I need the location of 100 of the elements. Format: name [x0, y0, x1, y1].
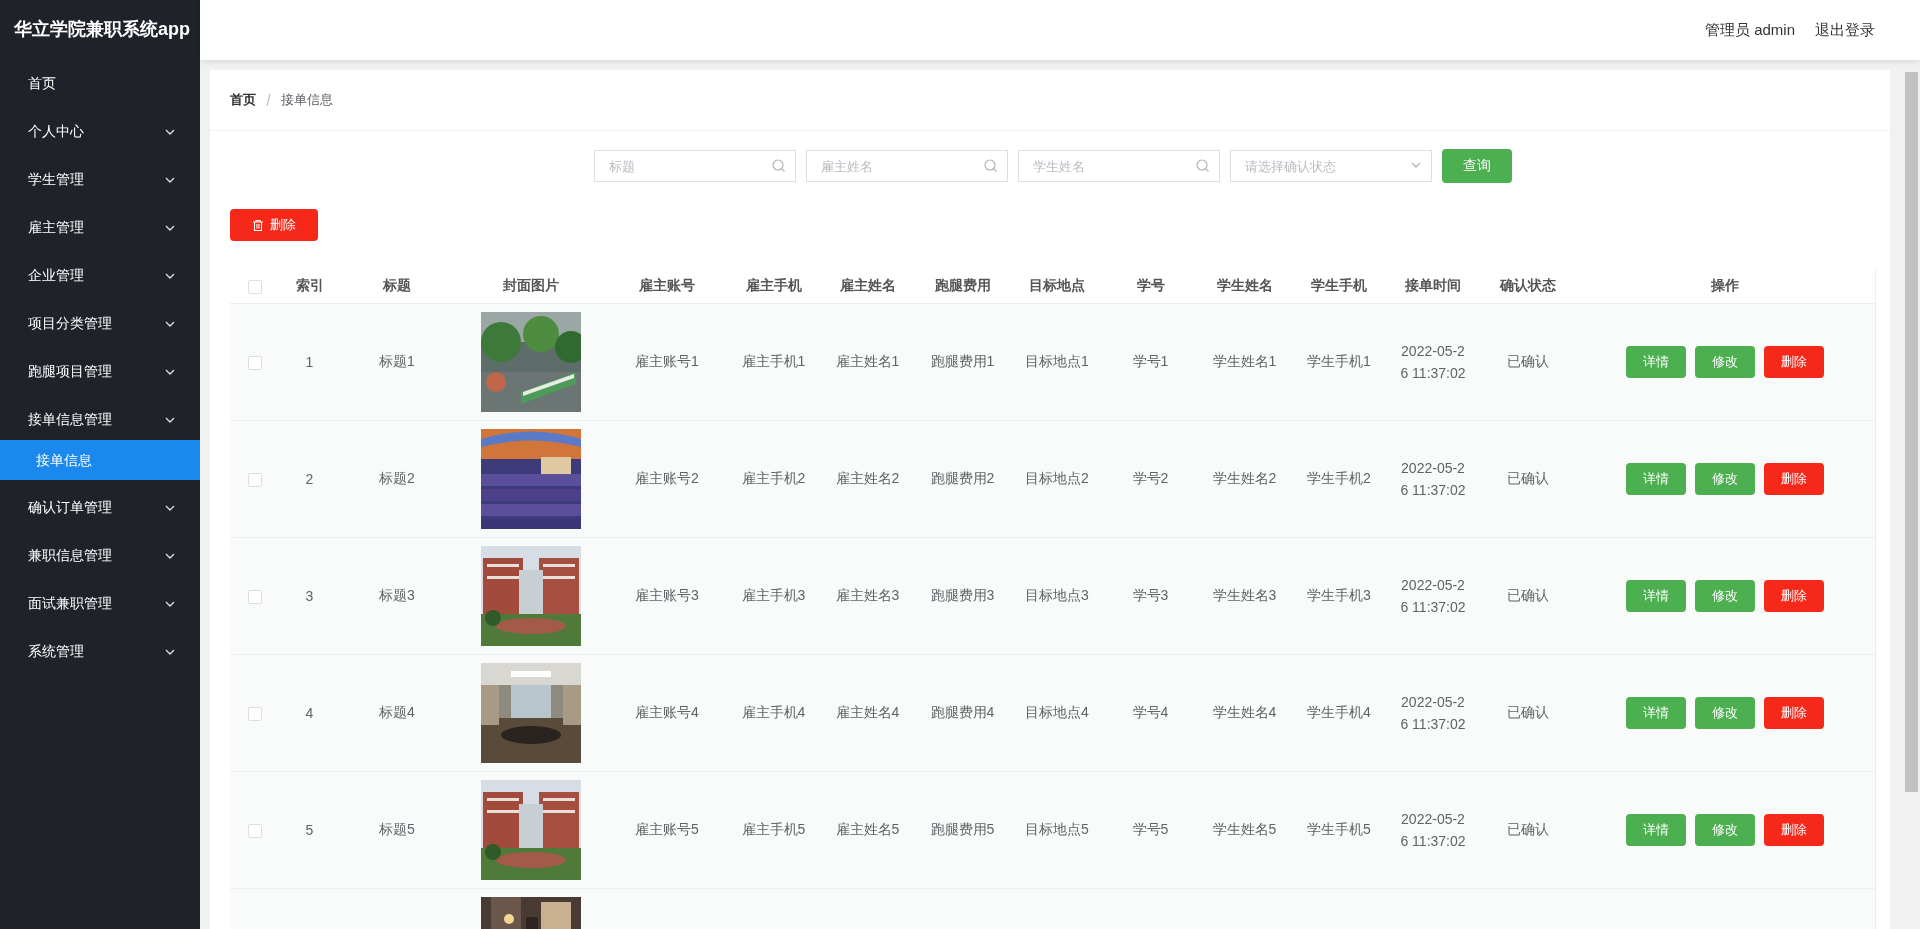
table-cell: 学号3: [1132, 587, 1169, 605]
column-header: 学生手机: [1311, 277, 1367, 293]
table-cell: 跑腿费用3: [930, 587, 995, 605]
column-header: 索引: [295, 277, 324, 293]
search-icon: [983, 159, 998, 173]
app-title: 华立学院兼职系统app: [13, 18, 191, 41]
sidebar-subitem[interactable]: 接单信息: [0, 440, 200, 480]
sidebar-item[interactable]: 企业管理: [0, 252, 200, 300]
column-header: 学号: [1136, 277, 1165, 293]
checkbox[interactable]: [247, 707, 262, 722]
table-cell: 学生手机2: [1307, 470, 1371, 488]
search-field[interactable]: 雇主姓名: [805, 150, 1008, 182]
table-cell: 已确认: [1506, 587, 1549, 605]
sidebar-item[interactable]: 学生管理: [0, 156, 200, 204]
edit-button[interactable]: 修改: [1695, 346, 1755, 378]
table-cell: 雇主账号3: [635, 587, 699, 605]
checkbox[interactable]: [247, 824, 262, 839]
sidebar-item[interactable]: 雇主管理: [0, 204, 200, 252]
table-cell-text: 2022-05-26 11:37:02: [1399, 342, 1467, 383]
column-header: 目标地点: [1029, 277, 1085, 293]
delete-button[interactable]: 删除: [230, 209, 318, 241]
detail-button[interactable]: 详情: [1626, 463, 1686, 495]
breadcrumb-item: 接单信息: [281, 91, 333, 109]
search-field[interactable]: 标题: [593, 150, 796, 182]
checkbox[interactable]: [247, 280, 262, 295]
table-cell: 标题1: [379, 353, 415, 371]
column-header: 雇主手机: [745, 277, 802, 293]
column-header: 操作: [1711, 277, 1739, 293]
table-cell: 目标地点4: [1025, 704, 1089, 722]
breadcrumb-item[interactable]: 首页: [230, 91, 256, 109]
user-label: 管理员 admin: [1704, 20, 1795, 40]
table-cell: 学生手机3: [1307, 587, 1371, 605]
table-cell: 目标地点5: [1025, 821, 1089, 839]
table-cell: 雇主手机4: [741, 704, 806, 722]
delete-button[interactable]: 删除: [1764, 814, 1824, 846]
table-cell: 已确认: [1506, 821, 1549, 839]
table-cell: 跑腿费用4: [930, 704, 995, 722]
table-cell: 学生姓名5: [1212, 821, 1277, 839]
table-cell: 雇主账号4: [635, 704, 699, 722]
checkbox[interactable]: [247, 473, 262, 488]
detail-button[interactable]: 详情: [1626, 814, 1686, 846]
delete-button[interactable]: 删除: [1764, 463, 1824, 495]
logout-link[interactable]: 退出登录: [1815, 20, 1875, 40]
table-cell: 学生手机1: [1307, 353, 1371, 371]
table-cell: 学生姓名3: [1212, 587, 1277, 605]
edit-button[interactable]: 修改: [1695, 697, 1755, 729]
select-field[interactable]: 请选择确认状态: [1229, 150, 1432, 182]
table-cell: 雇主姓名4: [835, 704, 900, 722]
sidebar-item[interactable]: 项目分类管理: [0, 300, 200, 348]
delete-button[interactable]: 删除: [1764, 580, 1824, 612]
delete-button[interactable]: 删除: [1764, 697, 1824, 729]
detail-button[interactable]: 详情: [1626, 697, 1686, 729]
table-cell: 标题3: [379, 587, 415, 605]
sidebar-item[interactable]: 跑腿项目管理: [0, 348, 200, 396]
search-icon: [771, 159, 786, 173]
table-cell: 雇主手机1: [741, 353, 806, 371]
edit-button[interactable]: 修改: [1695, 580, 1755, 612]
sidebar-item[interactable]: 首页: [0, 60, 200, 108]
search-field[interactable]: 学生姓名: [1017, 150, 1220, 182]
trash-icon: [252, 218, 264, 232]
table-cell: 雇主手机5: [741, 821, 806, 839]
table-cell: 已确认: [1506, 353, 1549, 371]
checkbox[interactable]: [247, 590, 262, 605]
table-cell: 学生姓名2: [1212, 470, 1277, 488]
table-cell: 学号5: [1132, 821, 1169, 839]
column-header: 接单时间: [1405, 277, 1461, 293]
table-cell: 雇主账号2: [635, 470, 699, 488]
sidebar-item[interactable]: 兼职信息管理: [0, 532, 200, 580]
sidebar-item[interactable]: 面试兼职管理: [0, 580, 200, 628]
edit-button[interactable]: 修改: [1695, 814, 1755, 846]
table-cell: 标题4: [379, 704, 415, 722]
separator-icon: [264, 93, 273, 107]
table-cell: 学生姓名1: [1212, 353, 1277, 371]
column-header: 学生姓名: [1216, 277, 1273, 293]
edit-button[interactable]: 修改: [1695, 463, 1755, 495]
table-cell: 跑腿费用2: [930, 470, 995, 488]
table-cell: 学生姓名4: [1212, 704, 1277, 722]
sidebar-item[interactable]: 个人中心: [0, 108, 200, 156]
table-cell: 雇主账号5: [635, 821, 699, 839]
search-button[interactable]: 查询: [1441, 149, 1512, 183]
table-cell: 学生手机5: [1307, 821, 1371, 839]
column-header: 雇主姓名: [839, 277, 896, 293]
search-icon: [1195, 159, 1210, 173]
delete-button[interactable]: 删除: [1764, 346, 1824, 378]
table-cell: 雇主手机3: [741, 587, 806, 605]
table-cell: 目标地点1: [1025, 353, 1089, 371]
checkbox[interactable]: [247, 356, 262, 371]
table-cell: 已确认: [1506, 470, 1549, 488]
table-cell: 学号2: [1132, 470, 1169, 488]
table-cell: 2: [305, 471, 314, 487]
sidebar-item[interactable]: 系统管理: [0, 628, 200, 676]
table-cell: 雇主手机2: [741, 470, 806, 488]
table-cell: 跑腿费用5: [930, 821, 995, 839]
table-cell: 标题5: [379, 821, 415, 839]
table-cell: 3: [305, 588, 314, 604]
table-cell: 跑腿费用1: [930, 353, 995, 371]
sidebar-item[interactable]: 确认订单管理: [0, 484, 200, 532]
detail-button[interactable]: 详情: [1626, 346, 1686, 378]
table-cell: 5: [305, 822, 314, 838]
detail-button[interactable]: 详情: [1626, 580, 1686, 612]
